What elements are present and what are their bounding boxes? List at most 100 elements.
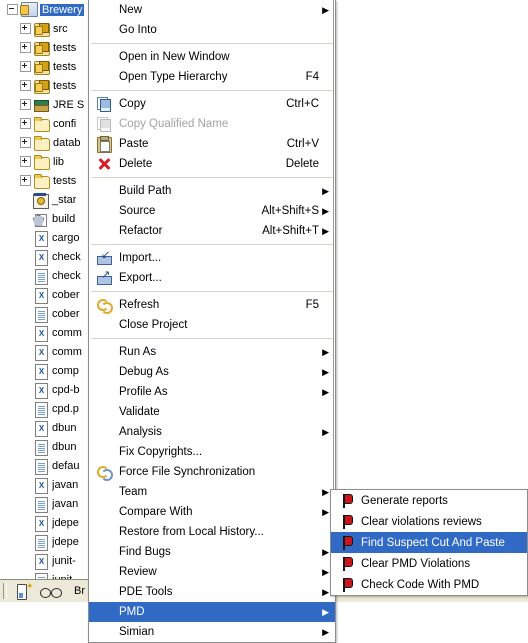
expand-toggle-icon[interactable] — [20, 99, 31, 110]
tree-item[interactable]: lib — [0, 152, 100, 171]
tree-item[interactable]: dbun — [0, 437, 100, 456]
tree-item[interactable]: defau — [0, 456, 100, 475]
tree-item[interactable]: Xjdepe — [0, 513, 100, 532]
menu-item-label: Debug As — [119, 366, 169, 378]
expand-toggle-icon[interactable] — [20, 61, 31, 72]
pmd-menu-item-label: Find Suspect Cut And Paste — [361, 536, 505, 549]
tree-item[interactable]: Xcargo — [0, 228, 100, 247]
tree-item[interactable]: Xcpd-b — [0, 380, 100, 399]
menu-item-close-project[interactable]: Close Project — [89, 315, 335, 335]
menu-item-review[interactable]: Review ▶ — [89, 562, 335, 582]
expand-toggle-icon[interactable] — [20, 137, 31, 148]
menu-item-source[interactable]: Source Alt+Shift+S ▶ — [89, 201, 335, 221]
pmd-menu-item-check-code-with-pmd[interactable]: Check Code With PMD — [331, 574, 527, 595]
menu-item-copy[interactable]: Copy Ctrl+C — [89, 94, 335, 114]
menu-item-refresh[interactable]: Refresh F5 — [89, 295, 335, 315]
expand-toggle-icon[interactable] — [20, 156, 31, 167]
menu-item-pmd[interactable]: PMD ▶ — [89, 602, 335, 622]
menu-item-import[interactable]: Import... — [89, 248, 335, 268]
menu-item-find-bugs[interactable]: Find Bugs ▶ — [89, 542, 335, 562]
glasses-icon[interactable] — [40, 585, 62, 599]
menu-item-debug-as[interactable]: Debug As ▶ — [89, 362, 335, 382]
tree-item[interactable]: Brewery — [0, 0, 100, 19]
project-context-menu[interactable]: New ▶ Go Into Open in New Window Open Type H… — [88, 0, 336, 643]
menu-item-icon-empty — [94, 524, 113, 540]
tree-item-label: confi — [53, 117, 77, 130]
tree-item[interactable]: tests — [0, 76, 100, 95]
menu-item-icon-empty — [94, 317, 113, 333]
menu-item-open-in-new-window[interactable]: Open in New Window — [89, 47, 335, 67]
tree-item[interactable]: build — [0, 209, 100, 228]
expand-toggle-icon[interactable] — [20, 118, 31, 129]
tree-item-label: junit- — [52, 554, 76, 567]
menu-item-label: Source — [119, 205, 156, 217]
tree-item[interactable]: check — [0, 266, 100, 285]
menu-item-analysis[interactable]: Analysis ▶ — [89, 422, 335, 442]
menu-separator — [91, 291, 333, 292]
pmd-submenu[interactable]: Generate reports Clear violations reviews… — [330, 489, 528, 596]
tree-item[interactable]: Xjunit- — [0, 551, 100, 570]
submenu-arrow-icon: ▶ — [322, 185, 329, 196]
menu-item-icon-empty — [94, 364, 113, 380]
menu-item-delete[interactable]: Delete Delete — [89, 154, 335, 174]
tree-item[interactable]: Xcomp — [0, 361, 100, 380]
tree-item[interactable]: cober — [0, 304, 100, 323]
tree-item[interactable]: JRE S — [0, 95, 100, 114]
menu-item-go-into[interactable]: Go Into — [89, 20, 335, 40]
expand-toggle-icon[interactable] — [20, 23, 31, 34]
menu-item-force-file-synchronization[interactable]: Force File Synchronization — [89, 462, 335, 482]
tree-item[interactable]: src — [0, 19, 100, 38]
battery-icon[interactable]: ✦ — [14, 582, 34, 600]
collapse-toggle-icon[interactable] — [7, 4, 18, 15]
expand-toggle-icon[interactable] — [20, 42, 31, 53]
project-icon — [21, 1, 38, 18]
menu-item-icon-empty — [94, 22, 113, 38]
menu-item-restore-from-local-history[interactable]: Restore from Local History... — [89, 522, 335, 542]
menu-item-label: Refresh — [119, 299, 160, 311]
menu-item-pde-tools[interactable]: PDE Tools ▶ — [89, 582, 335, 602]
text-file-icon — [33, 534, 49, 551]
tree-item[interactable]: javan — [0, 494, 100, 513]
export-icon — [94, 270, 113, 286]
pmd-menu-item-find-suspect-cut-and-paste[interactable]: Find Suspect Cut And Paste — [331, 532, 527, 553]
tree-item[interactable]: tests — [0, 171, 100, 190]
menu-item-compare-with[interactable]: Compare With ▶ — [89, 502, 335, 522]
source-package-icon — [34, 78, 50, 94]
tree-item[interactable]: cpd.p — [0, 399, 100, 418]
taskbar-window-label[interactable]: Br — [74, 585, 85, 597]
menu-item-label: Go Into — [119, 24, 157, 36]
tree-item[interactable]: Xdbun — [0, 418, 100, 437]
tree-item[interactable]: tests — [0, 57, 100, 76]
menu-item-build-path[interactable]: Build Path ▶ — [89, 181, 335, 201]
tree-item[interactable]: Xcomm — [0, 342, 100, 361]
menu-item-profile-as[interactable]: Profile As ▶ — [89, 382, 335, 402]
tree-item[interactable]: Xjavan — [0, 475, 100, 494]
expand-toggle-icon[interactable] — [20, 80, 31, 91]
menu-item-open-type-hierarchy[interactable]: Open Type Hierarchy F4 — [89, 67, 335, 87]
menu-item-export[interactable]: Export... — [89, 268, 335, 288]
tree-item[interactable]: Xcober — [0, 285, 100, 304]
menu-item-team[interactable]: Team ▶ — [89, 482, 335, 502]
text-file-icon — [33, 496, 49, 513]
expand-toggle-icon[interactable] — [20, 175, 31, 186]
pmd-menu-item-generate-reports[interactable]: Generate reports — [331, 490, 527, 511]
menu-item-new[interactable]: New ▶ — [89, 0, 335, 20]
menu-item-validate[interactable]: Validate — [89, 402, 335, 422]
tree-item[interactable]: Xcheck — [0, 247, 100, 266]
package-explorer-tree[interactable]: Brewery src tests tests tests JRE S confi datab… — [0, 0, 100, 580]
tree-item[interactable]: _star — [0, 190, 100, 209]
tree-item[interactable]: datab — [0, 133, 100, 152]
menu-item-run-as[interactable]: Run As ▶ — [89, 342, 335, 362]
menu-item-refactor[interactable]: Refactor Alt+Shift+T ▶ — [89, 221, 335, 241]
menu-item-fix-copyrights[interactable]: Fix Copyrights... — [89, 442, 335, 462]
menu-item-icon-empty — [94, 223, 113, 239]
menu-item-simian[interactable]: Simian ▶ — [89, 622, 335, 642]
pmd-menu-item-clear-violations-reviews[interactable]: Clear violations reviews — [331, 511, 527, 532]
menu-item-label: Profile As — [119, 386, 168, 398]
pmd-menu-item-clear-pmd-violations[interactable]: Clear PMD Violations — [331, 553, 527, 574]
tree-item[interactable]: Xcomm — [0, 323, 100, 342]
menu-item-paste[interactable]: Paste Ctrl+V — [89, 134, 335, 154]
tree-item[interactable]: tests — [0, 38, 100, 57]
tree-item[interactable]: confi — [0, 114, 100, 133]
tree-item[interactable]: jdepe — [0, 532, 100, 551]
